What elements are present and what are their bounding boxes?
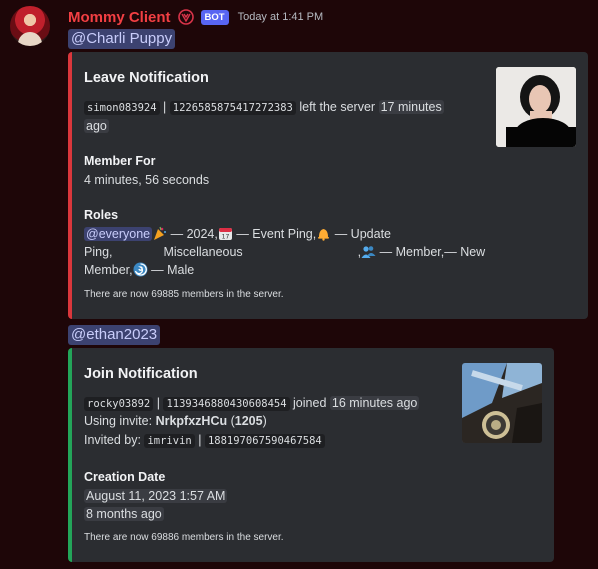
role-2024: — 2024, [167, 227, 218, 241]
leave-time-ago-2[interactable]: ago [84, 119, 109, 133]
message-timestamp[interactable]: Today at 1:41 PM [238, 11, 324, 23]
roles-value-line3: Member, — Male [84, 261, 194, 279]
inviter-id-code: 188197067590467584 [204, 434, 325, 448]
svg-text:17: 17 [222, 234, 230, 241]
user-mention[interactable]: @ethan2023 [68, 325, 161, 345]
bell-icon [316, 226, 331, 241]
leave-time-ago[interactable]: 17 minutes [378, 100, 444, 114]
roles-value: @everyone — 2024, 17 — Event Ping, — Upda… [84, 225, 484, 243]
separator: | [156, 396, 160, 410]
role-new-member: Member, [84, 263, 133, 277]
cyclone-icon [133, 262, 148, 277]
calendar-icon: 17 [218, 226, 233, 241]
left-text: left the server [299, 100, 376, 114]
separator: | [198, 433, 202, 447]
member-for-value: 4 minutes, 56 seconds [84, 173, 210, 187]
username-code: rocky03892 [84, 397, 154, 411]
join-embed: Join Notification rocky03892 | 113934688… [68, 348, 554, 562]
busts-icon [361, 244, 376, 259]
join-description: rocky03892 | 1139346880430608454 joined … [84, 394, 420, 413]
separator: | [163, 100, 167, 114]
user-id-code: 1226585875417272383 [169, 101, 296, 115]
invite-label: Using invite: [84, 414, 153, 428]
invite-code: NrkpfxzHCu [155, 414, 228, 428]
user-id-code: 1139346880430608454 [163, 397, 290, 411]
inviter-code: imrivin [144, 434, 195, 448]
role-member: — Member, [376, 245, 445, 259]
leave-embed: Leave Notification simon083924 | 1226585… [68, 52, 588, 319]
invite-line: Using invite: NrkpfxzHCu (1205) [84, 414, 267, 428]
member-for-label: Member For [84, 154, 156, 168]
user-mention[interactable]: @Charli Puppy [68, 29, 176, 49]
creation-ago[interactable]: 8 months ago [84, 507, 164, 521]
join-time-ago[interactable]: 16 minutes ago [329, 396, 420, 410]
embed-footer: There are now 69886 members in the serve… [84, 532, 284, 543]
invited-by-line: Invited by: imrivin | 188197067590467584 [84, 431, 325, 450]
roles-label: Roles [84, 208, 119, 222]
roles-value-line2: Ping, Miscellaneous , — Member,— New [84, 243, 504, 261]
creation-ago-value: 8 months ago [84, 505, 164, 523]
author-name[interactable]: Mommy Client [68, 9, 171, 26]
bot-tag: BOT [200, 9, 229, 25]
avatar[interactable] [10, 6, 50, 46]
creation-date[interactable]: August 11, 2023 1:57 AM [84, 489, 228, 503]
role-new: — New [444, 245, 486, 259]
message-header: Mommy Client BOT Today at 1:41 PM [68, 7, 323, 27]
role-update: — Update [331, 227, 391, 241]
embed-title: Leave Notification [84, 70, 209, 86]
user-thumbnail[interactable] [462, 363, 542, 443]
invite-uses: 1205 [234, 414, 263, 428]
embed-footer: There are now 69885 members in the serve… [84, 289, 284, 300]
joined-text: joined [293, 396, 327, 410]
party-popper-icon [152, 226, 167, 241]
creation-date-label: Creation Date [84, 470, 166, 484]
leave-description: simon083924 | 1226585875417272383 left t… [84, 98, 484, 135]
role-miscellaneous: Miscellaneous [163, 245, 243, 259]
invited-by-label: Invited by: [84, 433, 141, 447]
everyone-mention[interactable]: @everyone [84, 227, 153, 241]
embed-title: Join Notification [84, 366, 198, 382]
role-ping: Ping, [84, 245, 113, 259]
username-code: simon083924 [84, 101, 160, 115]
role-male: — Male [147, 263, 195, 277]
user-thumbnail[interactable] [496, 67, 576, 147]
app-emblem-icon [177, 8, 195, 26]
creation-date-value: August 11, 2023 1:57 AM [84, 487, 228, 505]
role-event-ping: — Event Ping, [232, 227, 317, 241]
